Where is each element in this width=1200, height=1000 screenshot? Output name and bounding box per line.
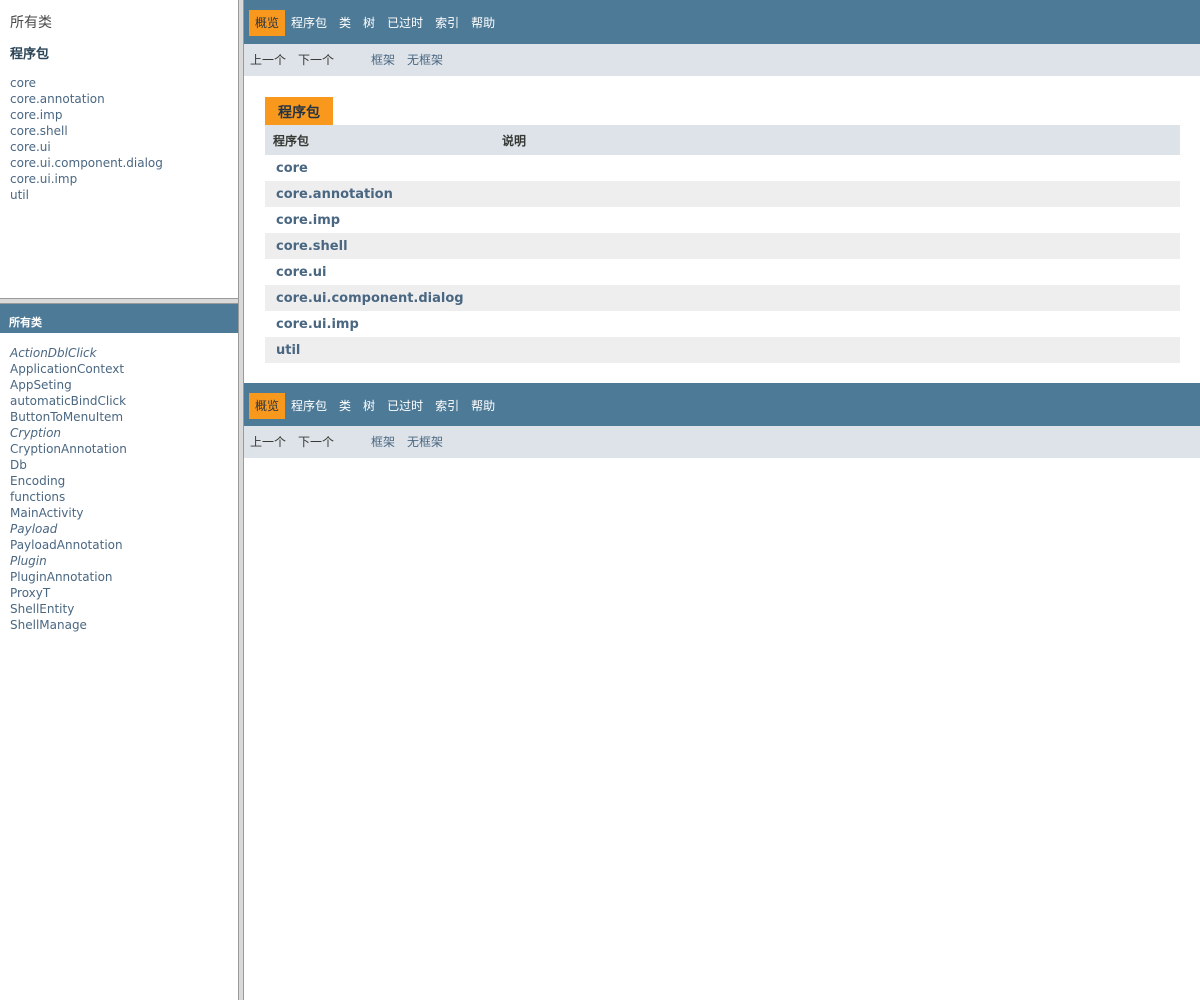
frames-link[interactable]: 框架	[371, 433, 395, 458]
next-label: 下一个	[298, 435, 335, 449]
class-link[interactable]: CryptionAnnotation	[10, 441, 238, 457]
column-header-package: 程序包	[265, 125, 502, 155]
package-row-link[interactable]: core	[265, 155, 1180, 181]
class-link[interactable]: ActionDblClick	[10, 345, 238, 361]
nav-class: 类	[339, 16, 352, 30]
top-navbar: 概览 程序包 类 树 已过时 索引 帮助	[244, 0, 1200, 44]
package-link-core-imp[interactable]: core.imp	[10, 107, 163, 123]
class-link[interactable]: automaticBindClick	[10, 393, 238, 409]
class-link[interactable]: Encoding	[10, 473, 238, 489]
class-list: ActionDblClick ApplicationContext AppSet…	[10, 345, 238, 633]
package-link-core-ui-imp[interactable]: core.ui.imp	[10, 171, 163, 187]
class-link[interactable]: Cryption	[10, 425, 238, 441]
no-frames-link[interactable]: 无框架	[407, 51, 443, 76]
class-link[interactable]: Plugin	[10, 553, 238, 569]
nav-overview: 概览	[249, 393, 286, 419]
package-link-core-annotation[interactable]: core.annotation	[10, 91, 163, 107]
class-link[interactable]: ButtonToMenuItem	[10, 409, 238, 425]
nav-overview: 概览	[249, 10, 286, 36]
all-classes-bar: 所有类	[0, 304, 238, 333]
nav-index[interactable]: 索引	[429, 393, 465, 419]
class-link[interactable]: Payload	[10, 521, 238, 537]
class-link[interactable]: Db	[10, 457, 238, 473]
packages-heading: 程序包	[10, 47, 50, 62]
package-summary-table: 程序包 说明 core core.annotation core.imp cor…	[265, 125, 1180, 363]
column-header-description: 说明	[502, 125, 1180, 155]
main-content-frame: 概览 程序包 类 树 已过时 索引 帮助 上一个 下一个 框架 无框架 程序包 …	[244, 0, 1200, 1000]
package-row-link[interactable]: core.annotation	[265, 181, 1180, 207]
package-row-link[interactable]: core.ui.component.dialog	[265, 285, 1180, 311]
class-link[interactable]: ShellManage	[10, 617, 238, 633]
class-list-frame: 所有类 ActionDblClick ApplicationContext Ap…	[0, 304, 238, 1000]
next-label: 下一个	[298, 53, 335, 67]
class-link[interactable]: ProxyT	[10, 585, 238, 601]
package-row-link[interactable]: core.ui	[265, 259, 1180, 285]
package-link-core-ui[interactable]: core.ui	[10, 139, 163, 155]
nav-help[interactable]: 帮助	[465, 10, 501, 36]
package-list-frame: 所有类 程序包 core core.annotation core.imp co…	[0, 0, 238, 298]
package-link-core-shell[interactable]: core.shell	[10, 123, 163, 139]
nav-index[interactable]: 索引	[429, 10, 465, 36]
bottom-subnav: 上一个 下一个 框架 无框架	[244, 426, 1200, 458]
frames-link[interactable]: 框架	[371, 51, 395, 76]
class-link[interactable]: ShellEntity	[10, 601, 238, 617]
package-link-core-ui-component-dialog[interactable]: core.ui.component.dialog	[10, 155, 163, 171]
class-link[interactable]: PayloadAnnotation	[10, 537, 238, 553]
nav-deprecated[interactable]: 已过时	[381, 10, 429, 36]
package-summary: 程序包 程序包 说明 core core.annotation core.imp…	[244, 76, 1200, 383]
nav-package: 程序包	[291, 399, 328, 413]
class-link[interactable]: ApplicationContext	[10, 361, 238, 377]
class-link[interactable]: PluginAnnotation	[10, 569, 238, 585]
nav-package: 程序包	[291, 16, 328, 30]
prev-label: 上一个	[250, 435, 287, 449]
all-classes-link[interactable]: 所有类	[10, 12, 52, 32]
package-row-link[interactable]: core.shell	[265, 233, 1180, 259]
class-link[interactable]: MainActivity	[10, 505, 238, 521]
summary-caption: 程序包	[265, 97, 333, 125]
package-link-core[interactable]: core	[10, 75, 163, 91]
nav-help[interactable]: 帮助	[465, 393, 501, 419]
top-subnav: 上一个 下一个 框架 无框架	[244, 44, 1200, 76]
nav-class: 类	[339, 399, 352, 413]
package-row-link[interactable]: core.imp	[265, 207, 1180, 233]
package-row-link[interactable]: core.ui.imp	[265, 311, 1180, 337]
no-frames-link[interactable]: 无框架	[407, 433, 443, 458]
class-link[interactable]: AppSeting	[10, 377, 238, 393]
prev-label: 上一个	[250, 53, 287, 67]
package-link-util[interactable]: util	[10, 187, 163, 203]
nav-tree[interactable]: 树	[357, 10, 381, 36]
class-link[interactable]: functions	[10, 489, 238, 505]
nav-deprecated[interactable]: 已过时	[381, 393, 429, 419]
bottom-navbar: 概览 程序包 类 树 已过时 索引 帮助	[244, 383, 1200, 426]
nav-tree[interactable]: 树	[357, 393, 381, 419]
package-list: core core.annotation core.imp core.shell…	[10, 75, 163, 203]
package-row-link[interactable]: util	[265, 337, 1180, 363]
